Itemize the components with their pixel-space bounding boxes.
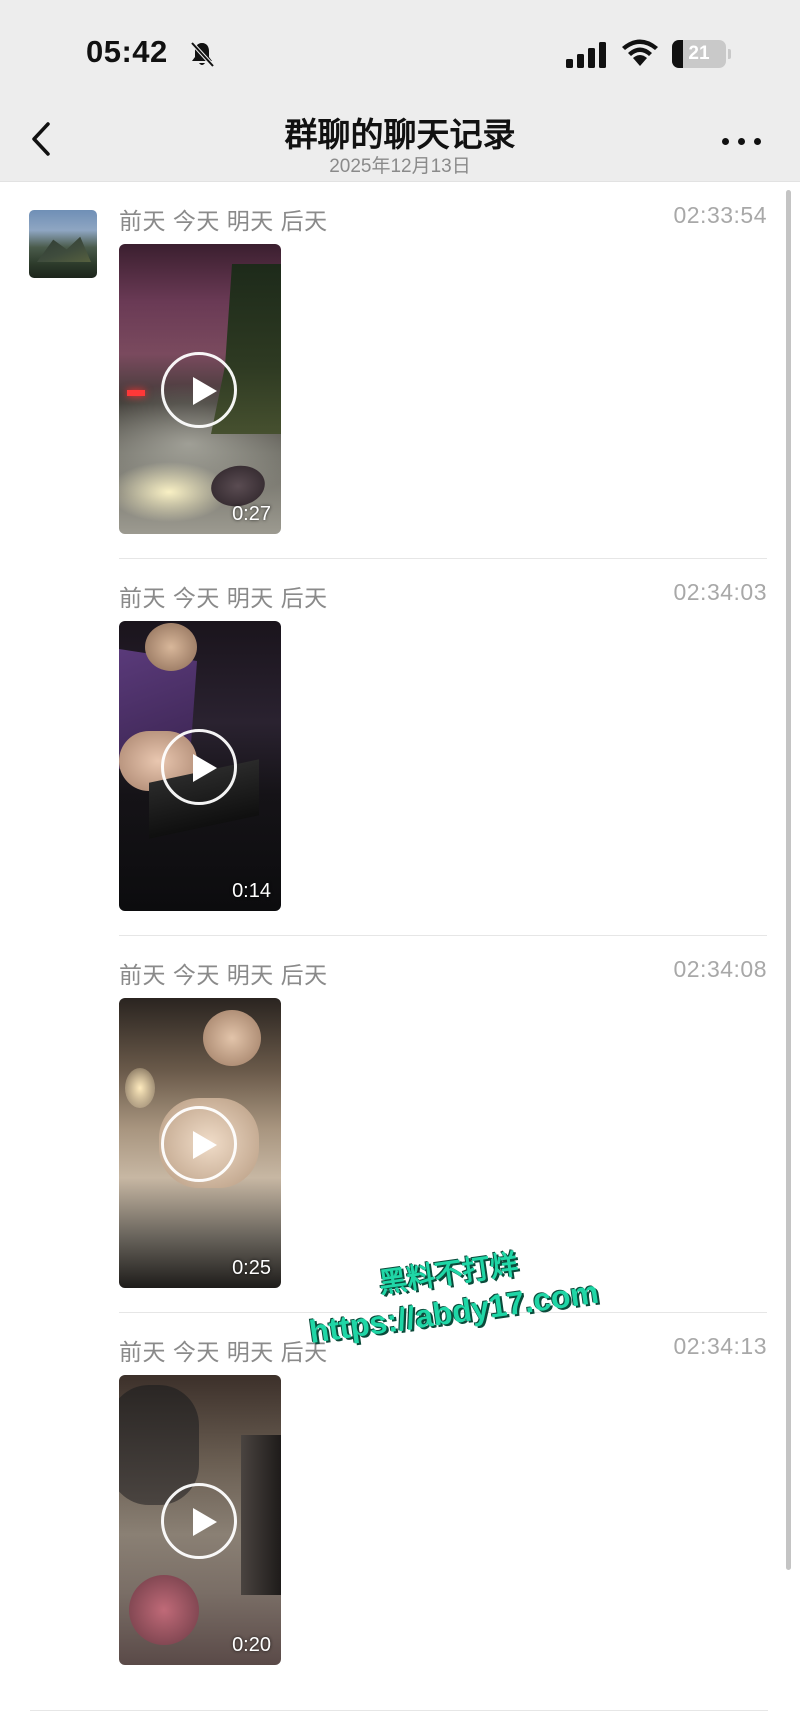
video-duration: 0:14: [232, 880, 271, 902]
chat-history-list[interactable]: 前天 今天 明天 后天 02:33:54 0:27 前天 今天 明天 后天 02…: [0, 182, 800, 1735]
video-thumbnail[interactable]: 0:20: [119, 1375, 281, 1665]
more-button[interactable]: [718, 122, 766, 158]
battery-cap: [728, 49, 731, 59]
video-thumbnail[interactable]: 0:25: [119, 998, 281, 1288]
video-duration: 0:25: [232, 1257, 271, 1279]
sender-name: 前天 今天 明天 后天: [119, 585, 328, 611]
page-title: 群聊的聊天记录: [284, 116, 516, 153]
video-duration: 0:27: [232, 503, 271, 525]
sender-name: 前天 今天 明天 后天: [119, 208, 328, 234]
sender-name: 前天 今天 明天 后天: [119, 962, 328, 988]
message-time: 02:34:08: [673, 956, 767, 982]
message-item: 前天 今天 明天 后天 02:34:03 0:14: [119, 559, 767, 936]
bell-muted-icon: [190, 41, 215, 68]
video-thumbnail[interactable]: 0:14: [119, 621, 281, 911]
message-item: 前天 今天 明天 后天 02:33:54 0:27: [119, 182, 767, 559]
wifi-icon: [622, 39, 658, 66]
video-thumbnail[interactable]: 0:27: [119, 244, 281, 534]
message-item: 前天 今天 明天 后天 02:34:13 0:20: [119, 1313, 767, 1690]
video-duration: 0:20: [232, 1634, 271, 1656]
page-subtitle: 2025年12月13日: [329, 156, 471, 177]
nav-bar: 群聊的聊天记录 2025年12月13日: [0, 100, 800, 182]
ellipsis-icon: [722, 138, 729, 145]
play-icon: [161, 1106, 237, 1182]
signal-icon: [566, 42, 608, 68]
play-icon: [161, 1483, 237, 1559]
message-time: 02:33:54: [673, 202, 767, 228]
avatar[interactable]: [29, 210, 97, 278]
play-icon: [161, 352, 237, 428]
status-time: 05:42: [86, 34, 168, 69]
battery-percent: 21: [688, 43, 710, 64]
divider: [30, 1710, 768, 1711]
message-time: 02:34:03: [673, 579, 767, 605]
battery-icon: 21: [672, 40, 726, 68]
play-icon: [161, 729, 237, 805]
status-bar: 05:42 21: [0, 0, 800, 100]
scrollbar[interactable]: [786, 190, 791, 1570]
message-time: 02:34:13: [673, 1333, 767, 1359]
